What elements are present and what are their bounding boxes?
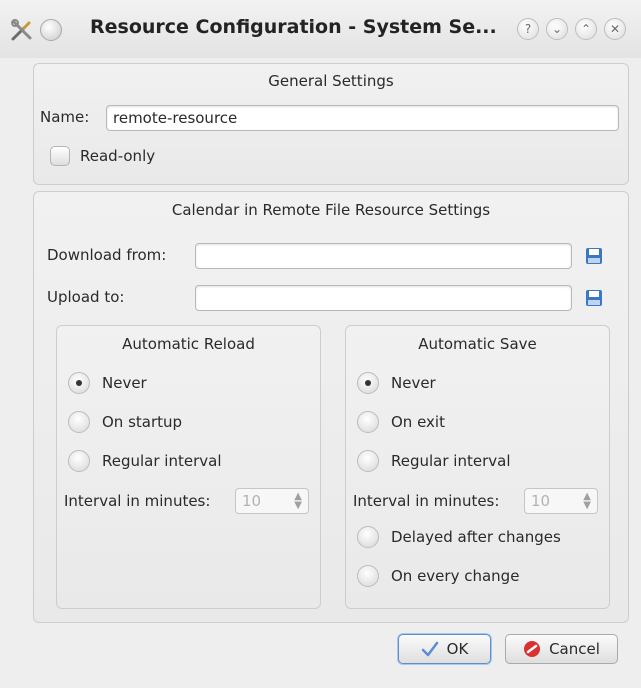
upload-input[interactable] (195, 285, 572, 311)
reload-interval-spinbox[interactable]: 10 ▲ ▼ (235, 488, 309, 514)
save-every-change-label: On every change (391, 567, 520, 585)
readonly-label: Read-only (80, 147, 156, 165)
tools-icon (11, 19, 32, 41)
name-label: Name: (40, 108, 90, 126)
save-exit-label: On exit (391, 413, 445, 431)
save-every-change-radio[interactable] (357, 565, 379, 587)
spin-arrows-icon: ▲ ▼ (294, 491, 302, 511)
ok-label: OK (446, 640, 469, 658)
spin-arrows-icon: ▲ ▼ (583, 491, 591, 511)
window-menu-button[interactable] (40, 19, 62, 41)
maximize-button[interactable]: ⌃ (575, 18, 597, 40)
save-interval-label: Regular interval (391, 452, 511, 470)
reload-never-radio[interactable] (68, 372, 90, 394)
save-interval-radio[interactable] (357, 450, 379, 472)
general-settings-title: General Settings (268, 72, 394, 90)
save-interval-value: 10 (531, 492, 551, 510)
help-button[interactable]: ? (517, 18, 539, 40)
close-button[interactable]: ✕ (604, 18, 626, 40)
reload-startup-label: On startup (102, 413, 183, 431)
save-icon[interactable] (585, 289, 603, 307)
save-icon[interactable] (585, 247, 603, 265)
cancel-label: Cancel (549, 640, 600, 658)
minimize-button[interactable]: ⌄ (546, 18, 568, 40)
remote-settings-title: Calendar in Remote File Resource Setting… (171, 201, 491, 219)
name-input[interactable]: remote-resource (106, 105, 619, 131)
download-input[interactable] (195, 243, 572, 269)
ok-button[interactable]: OK (398, 634, 491, 664)
save-never-label: Never (391, 374, 436, 392)
cancel-icon (524, 641, 541, 657)
reload-interval-minutes-label: Interval in minutes: (64, 492, 211, 510)
reload-interval-radio[interactable] (68, 450, 90, 472)
automatic-reload-title: Automatic Reload (122, 335, 255, 353)
reload-startup-radio[interactable] (68, 411, 90, 433)
save-interval-spinbox[interactable]: 10 ▲ ▼ (524, 488, 598, 514)
download-label: Download from: (47, 246, 167, 264)
cancel-button[interactable]: Cancel (505, 634, 618, 664)
save-delayed-label: Delayed after changes (391, 528, 561, 546)
save-interval-minutes-label: Interval in minutes: (353, 492, 500, 510)
automatic-save-title: Automatic Save (418, 335, 537, 353)
save-never-radio[interactable] (357, 372, 379, 394)
window-title: Resource Configuration - System Se... (90, 16, 497, 38)
readonly-checkbox[interactable] (50, 146, 70, 166)
reload-interval-value: 10 (242, 492, 262, 510)
save-exit-radio[interactable] (357, 411, 379, 433)
upload-label: Upload to: (47, 288, 125, 306)
window-titlebar[interactable]: Resource Configuration - System Se... ? … (0, 0, 641, 58)
reload-never-label: Never (102, 374, 147, 392)
reload-interval-label: Regular interval (102, 452, 222, 470)
checkmark-icon (421, 641, 438, 657)
save-delayed-radio[interactable] (357, 526, 379, 548)
